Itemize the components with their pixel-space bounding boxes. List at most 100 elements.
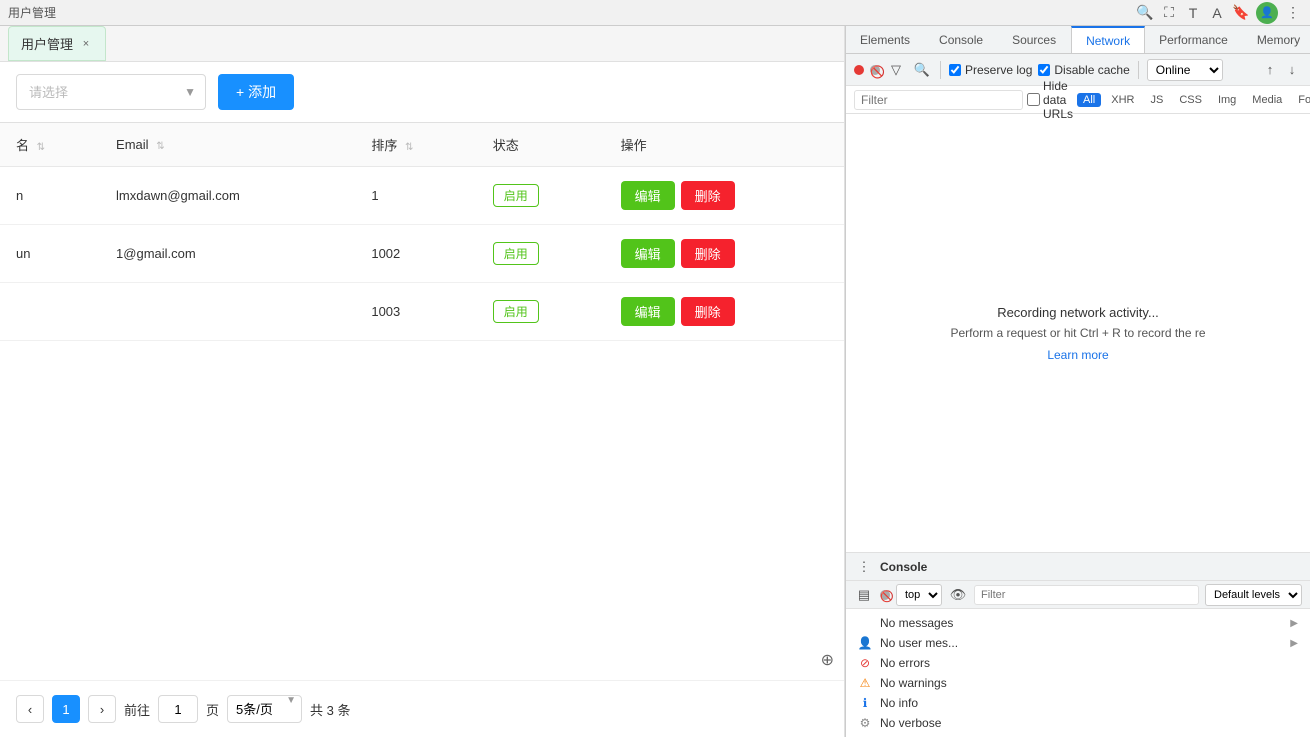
avatar-icon[interactable]: 👤	[1256, 2, 1278, 24]
search-network-button[interactable]: 🔍	[912, 60, 932, 80]
next-page-button[interactable]: ›	[88, 695, 116, 723]
tab-performance[interactable]: Performance	[1145, 26, 1243, 53]
table-body: nlmxdawn@gmail.com1启用编辑删除un1@gmail.com10…	[0, 167, 844, 341]
console-msg-no-messages[interactable]: No messages ▶	[854, 613, 1302, 633]
bookmark-icon[interactable]: 🔖	[1232, 4, 1250, 22]
tab-close-button[interactable]: ×	[79, 37, 93, 51]
tab-bar: 用户管理 ×	[0, 26, 844, 62]
filter-toggle-button[interactable]: ▽	[886, 60, 906, 80]
cell-status: 启用	[477, 283, 605, 341]
tab-network[interactable]: Network	[1071, 26, 1145, 53]
import-icon[interactable]: ↑	[1260, 60, 1280, 80]
learn-more-link[interactable]: Learn more	[1047, 348, 1108, 362]
cell-name: n	[0, 167, 100, 225]
toolbar-separator-2	[1138, 61, 1139, 79]
search-icon[interactable]: 🔍	[1136, 4, 1154, 22]
edit-button[interactable]: 编辑	[621, 297, 675, 326]
preserve-log-checkbox[interactable]	[949, 64, 961, 76]
filter-tag-media[interactable]: Media	[1246, 93, 1288, 107]
console-level-select[interactable]: Default levels	[1205, 584, 1302, 606]
console-clear-icon[interactable]: 🚫	[880, 590, 890, 600]
translate-icon[interactable]: A	[1208, 4, 1226, 22]
user-icon: 👤	[858, 636, 872, 650]
sort-icon-name: ⇅	[37, 142, 45, 153]
zoom-icon[interactable]: ⊕	[821, 650, 834, 670]
prev-page-button[interactable]: ‹	[16, 695, 44, 723]
filter-select[interactable]: 请选择	[16, 74, 206, 110]
status-badge: 启用	[493, 242, 539, 265]
delete-button[interactable]: 删除	[681, 239, 735, 268]
filter-tag-all[interactable]: All	[1077, 93, 1101, 107]
tab-console[interactable]: Console	[925, 26, 998, 53]
expand-arrow-1[interactable]: ▶	[1290, 638, 1298, 649]
delete-button[interactable]: 删除	[681, 297, 735, 326]
network-filter-bar: Hide data URLs All XHR JS CSS Img Media …	[846, 86, 1310, 114]
per-page-select[interactable]: 5条/页 10条/页 20条/页	[227, 695, 302, 723]
warning-icon: ⚠	[858, 676, 872, 690]
tab-sources[interactable]: Sources	[998, 26, 1071, 53]
table-row: nlmxdawn@gmail.com1启用编辑删除	[0, 167, 844, 225]
sort-icon-rank: ⇅	[405, 142, 413, 153]
more-icon[interactable]: ⋮	[1284, 4, 1302, 22]
cell-rank: 1003	[355, 283, 476, 341]
edit-button[interactable]: 编辑	[621, 239, 675, 268]
cell-email	[100, 283, 355, 341]
network-toolbar: 🚫 ▽ 🔍 Preserve log Disable cache Online …	[846, 54, 1310, 86]
hide-data-urls-checkbox[interactable]	[1027, 93, 1040, 106]
tab-user-management[interactable]: 用户管理 ×	[8, 26, 106, 61]
console-sidebar-icon[interactable]: ▤	[854, 585, 874, 605]
console-filter-input[interactable]	[974, 585, 1199, 605]
filter-tag-img[interactable]: Img	[1212, 93, 1242, 107]
table-container: 名 ⇅ Email ⇅ 排序 ⇅ 状态 操作	[0, 123, 844, 680]
network-content: Recording network activity... Perform a …	[846, 114, 1310, 552]
console-msg-no-user[interactable]: 👤 No user mes... ▶	[854, 633, 1302, 653]
console-eye-icon[interactable]: 👁	[948, 585, 968, 605]
no-messages-icon	[858, 616, 872, 630]
error-icon: ⊘	[858, 656, 872, 670]
console-menu-icon[interactable]: ⋮	[854, 557, 874, 577]
page-label: 页	[206, 700, 219, 719]
expand-arrow-0[interactable]: ▶	[1290, 618, 1298, 629]
delete-button[interactable]: 删除	[681, 181, 735, 210]
filter-tag-css[interactable]: CSS	[1173, 93, 1208, 107]
disable-cache-label[interactable]: Disable cache	[1038, 63, 1129, 77]
export-icon[interactable]: ↓	[1282, 60, 1302, 80]
console-msg-no-warnings[interactable]: ⚠ No warnings	[854, 673, 1302, 693]
online-select[interactable]: Online Offline Slow 3G Fast 3G	[1147, 59, 1223, 81]
devtools-tabs: Elements Console Sources Network Perform…	[846, 26, 1310, 54]
console-messages: No messages ▶ 👤 No user mes... ▶ ⊘ No er…	[846, 609, 1310, 737]
cell-actions: 编辑删除	[605, 283, 844, 341]
network-filter-input[interactable]	[854, 90, 1023, 110]
console-scope-select[interactable]: top	[896, 584, 942, 606]
status-badge: 启用	[493, 184, 539, 207]
disable-cache-checkbox[interactable]	[1038, 64, 1050, 76]
cell-name: un	[0, 225, 100, 283]
tab-elements[interactable]: Elements	[846, 26, 925, 53]
filter-tag-font[interactable]: Font	[1292, 93, 1310, 107]
record-button[interactable]	[854, 65, 864, 75]
sort-icon-email: ⇅	[156, 141, 164, 152]
console-header: ⋮ Console	[846, 553, 1310, 581]
goto-page-input[interactable]	[158, 695, 198, 723]
console-msg-no-errors[interactable]: ⊘ No errors	[854, 653, 1302, 673]
col-header-name: 名 ⇅	[0, 123, 100, 167]
table-header-row: 名 ⇅ Email ⇅ 排序 ⇅ 状态 操作	[0, 123, 844, 167]
col-header-rank: 排序 ⇅	[355, 123, 476, 167]
filter-tag-xhr[interactable]: XHR	[1105, 93, 1140, 107]
total-label: 共 3 条	[310, 700, 350, 719]
clear-button[interactable]: 🚫	[870, 65, 880, 75]
col-header-status: 状态	[477, 123, 605, 167]
fullscreen-icon[interactable]: ⛶	[1160, 4, 1178, 22]
edit-button[interactable]: 编辑	[621, 181, 675, 210]
preserve-log-label[interactable]: Preserve log	[949, 63, 1032, 77]
cell-email: lmxdawn@gmail.com	[100, 167, 355, 225]
filter-tag-js[interactable]: JS	[1144, 93, 1169, 107]
table-row: 1003启用编辑删除	[0, 283, 844, 341]
add-button[interactable]: + 添加	[218, 74, 294, 110]
console-msg-no-verbose[interactable]: ⚙ No verbose	[854, 713, 1302, 733]
tab-memory[interactable]: Memory	[1243, 26, 1310, 53]
console-toolbar: ▤ 🚫 top 👁 Default levels	[846, 581, 1310, 609]
page-1-button[interactable]: 1	[52, 695, 80, 723]
console-msg-no-info[interactable]: ℹ No info	[854, 693, 1302, 713]
text-icon[interactable]: T	[1184, 4, 1202, 22]
